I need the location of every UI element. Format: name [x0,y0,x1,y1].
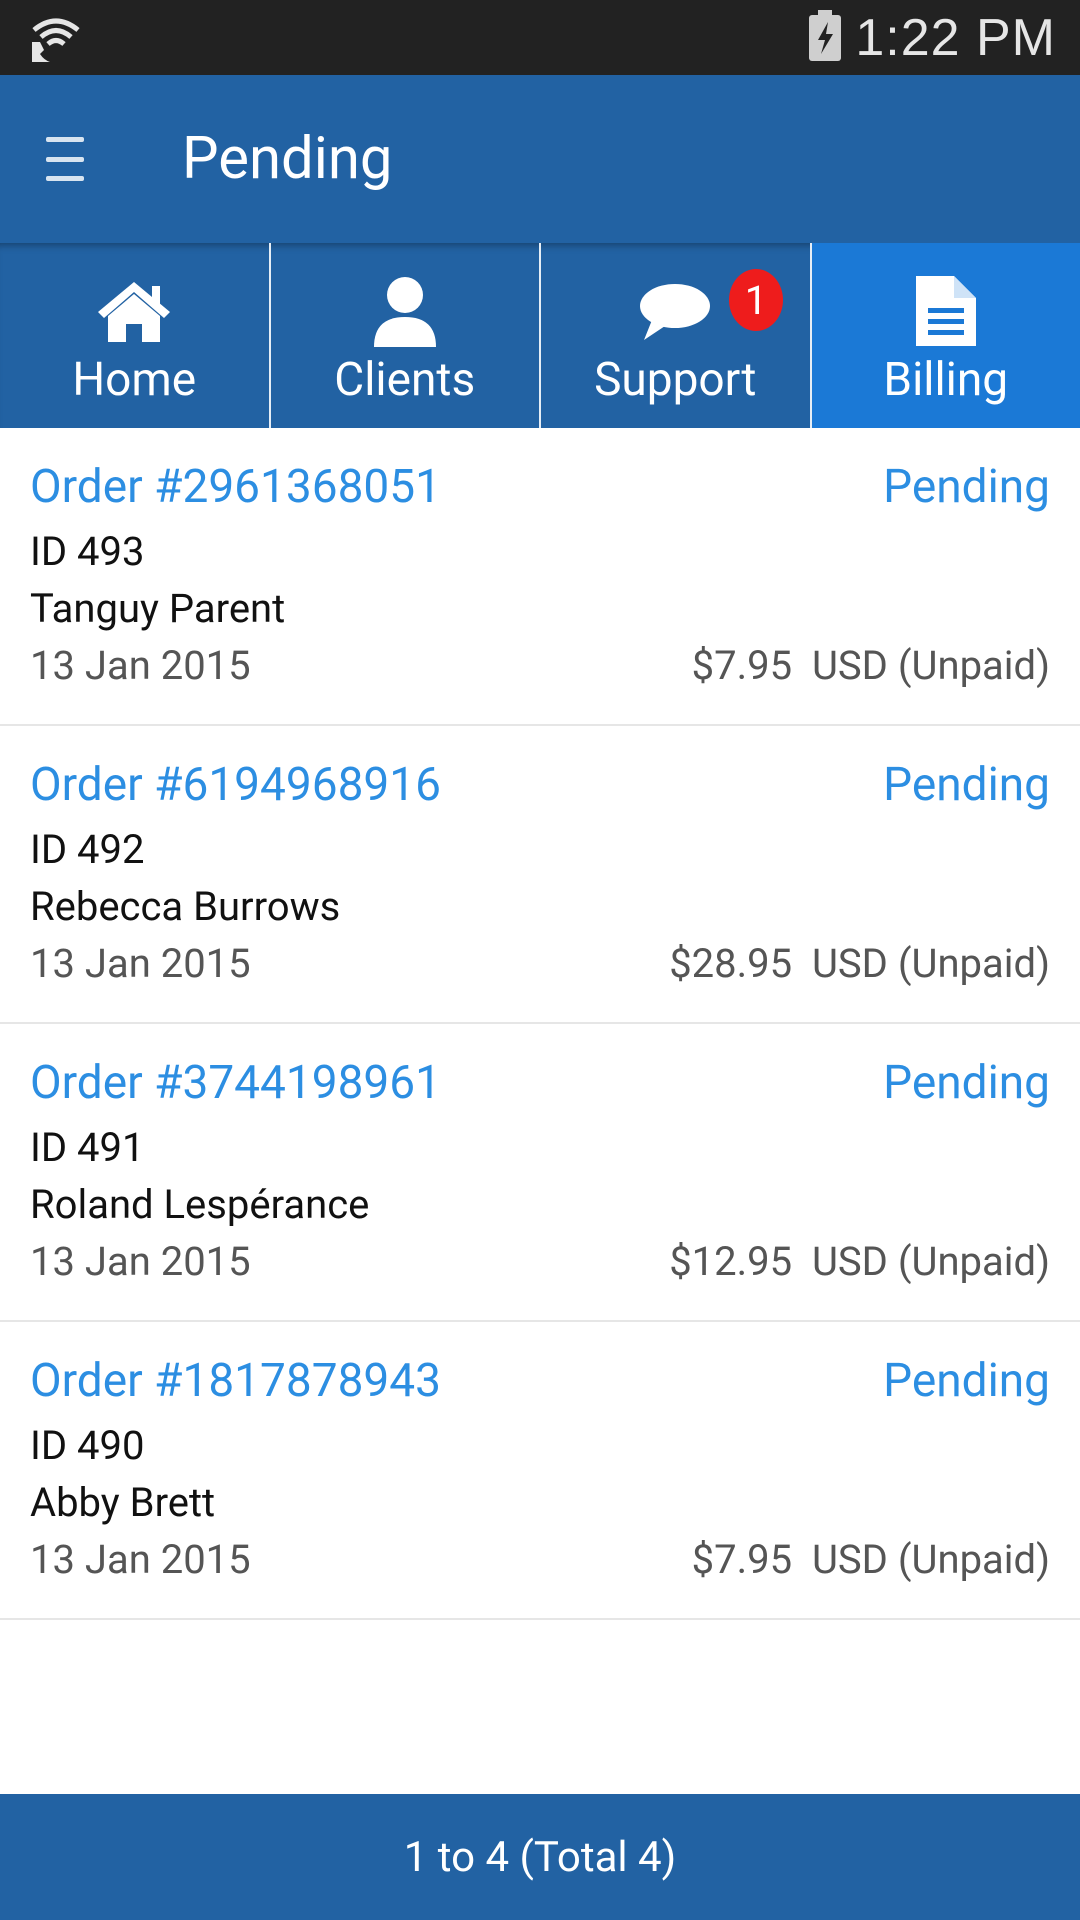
order-number: Order #6194968916 [30,758,441,812]
order-status: Pending [883,1354,1050,1408]
order-id: ID 492 [30,826,145,873]
order-list: Order #2961368051 Pending ID 493 Tanguy … [0,428,1080,1620]
client-name: Rebecca Burrows [30,883,341,930]
battery-charging-icon [807,9,843,66]
tab-label: Home [72,353,197,407]
tab-label: Billing [883,353,1009,407]
notification-badge: 1 [729,269,783,331]
order-status: Pending [883,1056,1050,1110]
list-item[interactable]: Order #1817878943 Pending ID 490 Abby Br… [0,1322,1080,1620]
list-item[interactable]: Order #2961368051 Pending ID 493 Tanguy … [0,428,1080,726]
client-name: Abby Brett [30,1479,216,1526]
status-time: 1:22 PM [855,8,1056,67]
order-id: ID 491 [30,1124,145,1171]
document-icon [904,275,988,347]
tab-bar: Home Clients Support 1 Billing [0,243,1080,428]
home-icon [92,275,176,347]
order-number: Order #2961368051 [30,460,441,514]
tab-label: Support [594,353,757,407]
app-bar: Pending [0,75,1080,243]
order-amount: $7.95 USD (Unpaid) [691,1536,1050,1583]
chat-bubble-icon [633,275,717,347]
order-number: Order #3744198961 [30,1056,441,1110]
order-amount: $7.95 USD (Unpaid) [691,642,1050,689]
order-amount: $12.95 USD (Unpaid) [669,1238,1050,1285]
order-date: 13 Jan 2015 [30,940,251,987]
status-bar: 1:22 PM [0,0,1080,75]
pagination-footer: 1 to 4 (Total 4) [0,1794,1080,1920]
hamburger-menu-icon[interactable] [46,129,94,189]
client-name: Tanguy Parent [30,585,286,632]
user-icon [363,275,447,347]
order-id: ID 490 [30,1422,145,1469]
page-title: Pending [182,125,393,193]
order-id: ID 493 [30,528,145,575]
order-date: 13 Jan 2015 [30,1238,251,1285]
tab-clients[interactable]: Clients [271,243,541,428]
list-item[interactable]: Order #3744198961 Pending ID 491 Roland … [0,1024,1080,1322]
tab-billing[interactable]: Billing [811,243,1080,428]
tab-home[interactable]: Home [0,243,271,428]
order-status: Pending [883,460,1050,514]
order-date: 13 Jan 2015 [30,1536,251,1583]
list-item[interactable]: Order #6194968916 Pending ID 492 Rebecca… [0,726,1080,1024]
pagination-label: 1 to 4 (Total 4) [403,1832,677,1882]
order-status: Pending [883,758,1050,812]
tab-support[interactable]: Support 1 [541,243,812,428]
order-amount: $28.95 USD (Unpaid) [669,940,1050,987]
order-number: Order #1817878943 [30,1354,441,1408]
order-date: 13 Jan 2015 [30,642,251,689]
wifi-call-icon [28,12,84,62]
tab-label: Clients [334,353,476,407]
client-name: Roland Lespérance [30,1181,370,1228]
